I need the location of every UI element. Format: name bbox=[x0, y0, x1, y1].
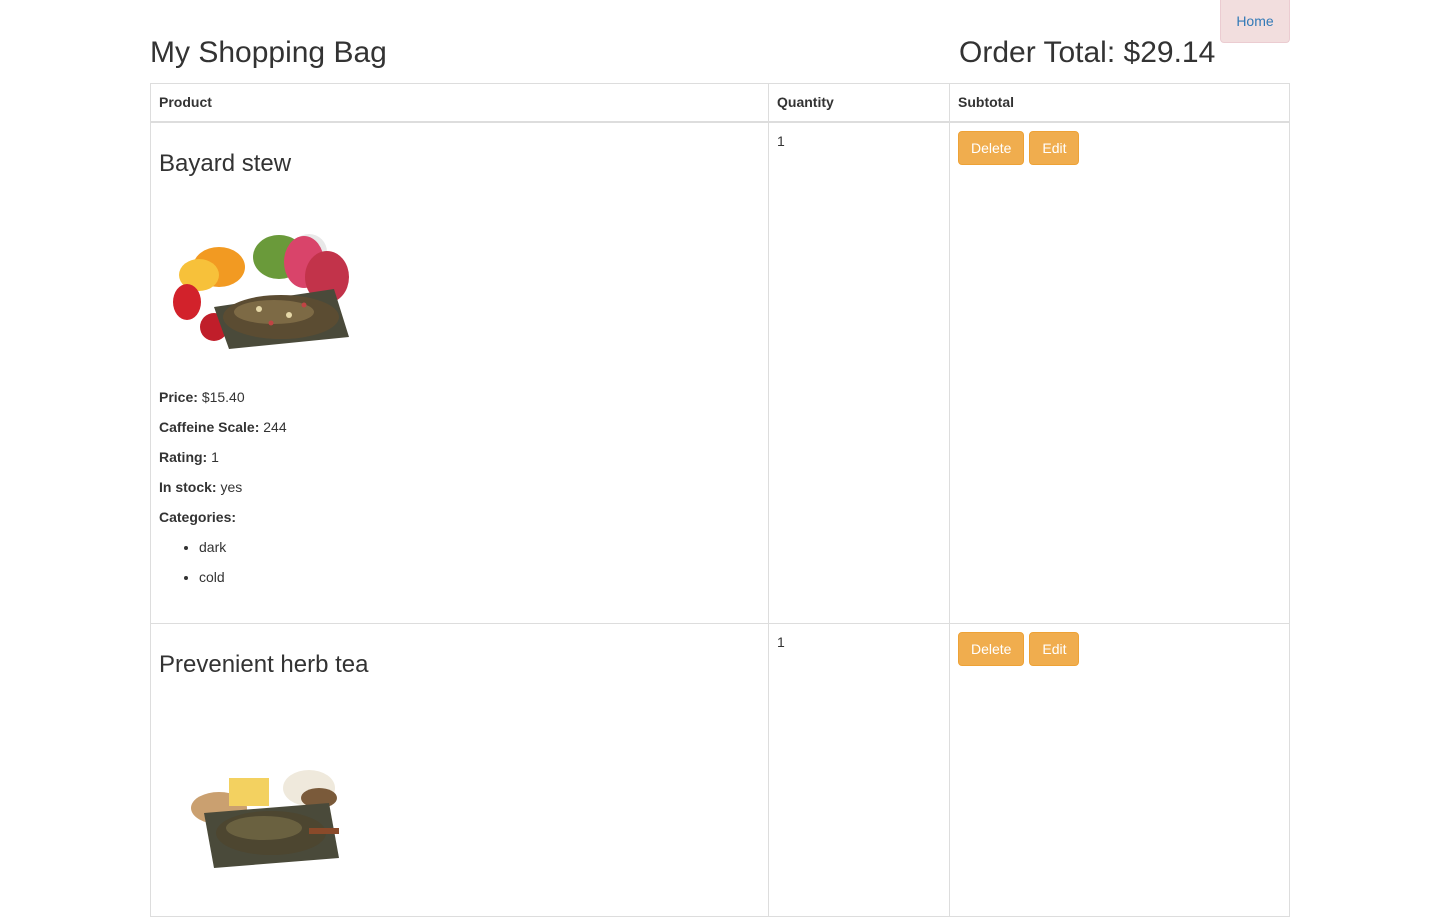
category-item: dark bbox=[199, 537, 760, 557]
product-image bbox=[191, 770, 339, 868]
table-row: Prevenient herb tea 1 Delete Edit bbox=[150, 623, 1290, 917]
column-header-product: Product bbox=[150, 83, 769, 123]
fruit-tea-image bbox=[173, 233, 349, 349]
product-name: Prevenient herb tea bbox=[159, 651, 369, 678]
product-in-stock: In stock: yes bbox=[159, 478, 243, 495]
edit-button[interactable]: Edit bbox=[1029, 632, 1080, 666]
table-header-row: Product Quantity Subtotal bbox=[150, 83, 1290, 123]
subtotal-cell: Delete Edit bbox=[949, 121, 1290, 624]
column-header-subtotal: Subtotal bbox=[949, 83, 1290, 123]
category-list: dark cold bbox=[159, 537, 760, 587]
home-button[interactable]: Home bbox=[1220, 0, 1290, 43]
herb-tea-image bbox=[191, 770, 339, 868]
quantity-cell: 1 bbox=[768, 623, 950, 917]
product-cell: Prevenient herb tea bbox=[150, 623, 769, 917]
product-image bbox=[173, 233, 349, 349]
product-name: Bayard stew bbox=[159, 149, 292, 177]
cart-table: Product Quantity Subtotal Bayard stew Pr… bbox=[150, 83, 1290, 917]
product-rating: Rating: 1 bbox=[159, 448, 219, 465]
product-caffeine: Caffeine Scale: 244 bbox=[159, 418, 287, 435]
delete-button[interactable]: Delete bbox=[958, 130, 1025, 165]
category-item: cold bbox=[199, 567, 760, 587]
product-categories-label: Categories: bbox=[159, 508, 237, 525]
product-cell: Bayard stew Price: $15.40 Caffeine Scale… bbox=[150, 121, 769, 624]
order-total: Order Total: $29.14 bbox=[959, 36, 1216, 69]
delete-button[interactable]: Delete bbox=[958, 632, 1025, 666]
column-header-quantity: Quantity bbox=[768, 83, 950, 123]
page-title: My Shopping Bag bbox=[150, 36, 387, 69]
quantity-cell: 1 bbox=[768, 121, 950, 624]
edit-button[interactable]: Edit bbox=[1029, 130, 1080, 165]
product-price: Price: $15.40 bbox=[159, 388, 245, 405]
table-row: Bayard stew Price: $15.40 Caffeine Scale… bbox=[150, 121, 1290, 624]
subtotal-cell: Delete Edit bbox=[949, 623, 1290, 917]
